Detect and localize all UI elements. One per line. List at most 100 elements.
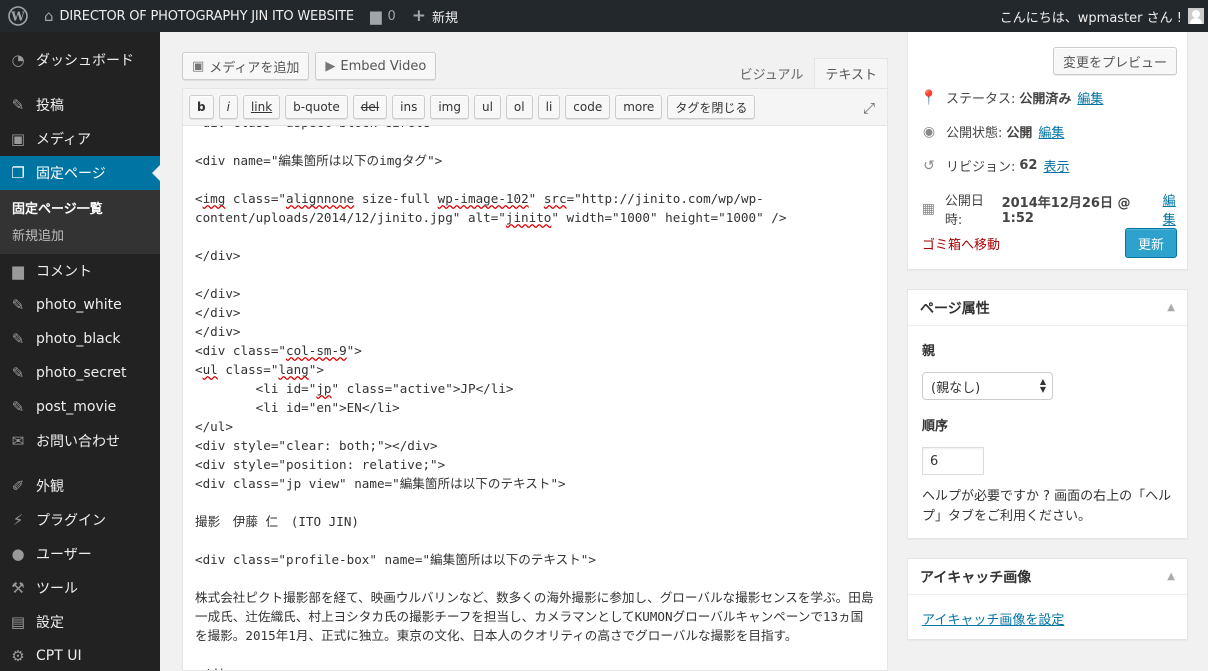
pushpin-icon: ✎ — [11, 296, 25, 314]
svg-text:W: W — [10, 10, 25, 24]
visibility-row: ◉ 公開状態: 公開 編集 — [920, 122, 1065, 142]
menu-post-movie[interactable]: ✎ post_movie — [0, 390, 160, 424]
menu-pages[interactable]: ❐ 固定ページ — [0, 156, 160, 190]
date-edit-link[interactable]: 編集 — [1163, 190, 1187, 228]
parent-select-value: (親なし) — [931, 380, 981, 396]
revisions-label: リビジョン: — [946, 160, 1016, 175]
calendar-icon: ▦ — [921, 201, 936, 217]
pushpin-icon: ✎ — [11, 364, 25, 382]
qt-img-button[interactable]: img — [430, 95, 469, 119]
qt-close-tags-button[interactable]: タグを閉じる — [667, 95, 756, 119]
add-media-button[interactable]: ▣ メディアを追加 — [182, 52, 310, 80]
menu-label: ユーザー — [36, 547, 92, 563]
menu-dashboard[interactable]: ◔ ダッシュボード — [0, 43, 160, 77]
menu-posts[interactable]: ✎ 投稿 — [0, 88, 160, 122]
collapse-arrow-icon[interactable]: ▲ — [1167, 571, 1175, 582]
tab-text[interactable]: テキスト — [814, 58, 888, 88]
revisions-row: ↺ リビジョン: 62 表示 — [920, 156, 1069, 176]
home-icon: ⌂ — [44, 7, 54, 25]
pin-icon: 📍 — [920, 89, 938, 106]
pushpin-icon: ✎ — [11, 398, 25, 416]
menu-label: CPT UI — [36, 648, 82, 664]
editor-area: ▣ メディアを追加 ▶ Embed Video ビジュアル テキスト b i lin… — [182, 32, 888, 671]
menu-label: 投稿 — [36, 98, 64, 114]
preview-changes-button[interactable]: 変更をプレビュー — [1052, 47, 1177, 75]
menu-tools[interactable]: ⚒ ツール — [0, 571, 160, 605]
page-attributes-header[interactable]: ページ属性 ▲ — [908, 290, 1187, 326]
menu-appearance[interactable]: ✐ 外観 — [0, 469, 160, 503]
visibility-edit-link[interactable]: 編集 — [1038, 122, 1064, 141]
qt-more-button[interactable]: more — [615, 95, 663, 119]
comment-icon: ▆ — [12, 262, 24, 280]
content-code: <div class="aspect-block circle"> <div n… — [195, 126, 874, 670]
submenu-all-pages[interactable]: 固定ページ一覧 — [0, 196, 160, 223]
help-text: ヘルプが必要ですか ? 画面の右上の「ヘルプ」タブをご利用ください。 — [922, 489, 1172, 524]
new-label: 新規 — [432, 10, 459, 26]
quicktags-toolbar: b i link b-quote del ins img ul ol li co… — [182, 88, 888, 126]
qt-ul-button[interactable]: ul — [473, 95, 501, 119]
wrench-icon: ⚒ — [11, 579, 25, 597]
comments-link[interactable]: ▆ 0 — [362, 0, 404, 32]
menu-users[interactable]: ● ユーザー — [0, 537, 160, 571]
menu-label: コメント — [36, 264, 92, 280]
page-attributes-box: ページ属性 ▲ 親 (親なし) ▲ ▼ 順序 6 ヘルプが必要ですか ? 画面の右… — [907, 289, 1188, 539]
select-arrows-icon: ▲ ▼ — [1039, 377, 1046, 394]
fullscreen-icon[interactable]: ⤢ — [861, 100, 877, 116]
content-textarea[interactable]: <div class="aspect-block circle"> <div n… — [182, 126, 888, 671]
media-icon: ▣ — [192, 58, 205, 74]
menu-settings[interactable]: ▤ 設定 — [0, 605, 160, 639]
menu-label: 設定 — [36, 615, 64, 631]
wordpress-logo-icon[interactable]: W — [0, 0, 36, 32]
qt-blockquote-button[interactable]: b-quote — [285, 95, 348, 119]
menu-label: お問い合わせ — [36, 434, 120, 450]
media-buttons: ▣ メディアを追加 ▶ Embed Video — [182, 52, 437, 80]
qt-bold-button[interactable]: b — [189, 95, 214, 119]
menu-label: ダッシュボード — [36, 53, 134, 69]
qt-code-button[interactable]: code — [565, 95, 611, 119]
collapse-arrow-icon[interactable]: ▲ — [1167, 302, 1175, 313]
admin-menu: ◔ ダッシュボード ✎ 投稿 ▣ メディア ❐ 固定ページ 固定ページ一覧 新規追加 ▆… — [0, 32, 160, 671]
featured-image-title: アイキャッチ画像 — [920, 569, 1032, 586]
set-featured-image-link[interactable]: アイキャッチ画像を設定 — [922, 609, 1064, 628]
revisions-value: 62 — [1019, 158, 1038, 173]
site-name-link[interactable]: ⌂ DIRECTOR OF PHOTOGRAPHY JIN ITO WEBSIT… — [36, 0, 362, 32]
visibility-label: 公開状態: — [946, 126, 1003, 141]
admin-bar: W ⌂ DIRECTOR OF PHOTOGRAPHY JIN ITO WEBS… — [0, 0, 1208, 32]
embed-video-button[interactable]: ▶ Embed Video — [315, 52, 437, 80]
editor-tabs: ビジュアル テキスト — [729, 58, 888, 88]
avatar — [1188, 8, 1204, 24]
qt-ins-button[interactable]: ins — [392, 95, 426, 119]
submenu-add-new[interactable]: 新規追加 — [0, 223, 160, 250]
revisions-view-link[interactable]: 表示 — [1043, 156, 1069, 175]
menu-photo-white[interactable]: ✎ photo_white — [0, 288, 160, 322]
qt-link-button[interactable]: link — [242, 95, 281, 119]
featured-image-box: アイキャッチ画像 ▲ アイキャッチ画像を設定 — [907, 558, 1188, 640]
menu-contact[interactable]: ✉ お問い合わせ — [0, 424, 160, 458]
order-input[interactable]: 6 — [922, 447, 984, 475]
parent-select[interactable]: (親なし) ▲ ▼ — [922, 372, 1053, 400]
menu-plugins[interactable]: ⚡ プラグイン — [0, 503, 160, 537]
menu-photo-secret[interactable]: ✎ photo_secret — [0, 356, 160, 390]
qt-del-button[interactable]: del — [352, 95, 388, 119]
update-button[interactable]: 更新 — [1124, 228, 1177, 258]
add-media-label: メディアを追加 — [209, 60, 300, 76]
pages-icon: ❐ — [11, 164, 25, 182]
my-account-link[interactable]: こんにちは、wpmaster さん ! — [992, 0, 1208, 32]
menu-comments[interactable]: ▆ コメント — [0, 254, 160, 288]
featured-image-header[interactable]: アイキャッチ画像 ▲ — [908, 559, 1187, 595]
menu-label: photo_secret — [36, 365, 127, 381]
date-label: 公開日時: — [944, 194, 984, 228]
menu-photo-black[interactable]: ✎ photo_black — [0, 322, 160, 356]
status-value: 公開済み — [1019, 92, 1072, 107]
tab-visual[interactable]: ビジュアル — [729, 58, 815, 88]
qt-ol-button[interactable]: ol — [505, 95, 533, 119]
new-content-link[interactable]: + 新規 — [404, 0, 466, 32]
qt-italic-button[interactable]: i — [218, 95, 238, 119]
menu-cpt-ui[interactable]: ⚙ CPT UI — [0, 639, 160, 671]
gear-icon: ⚙ — [11, 647, 25, 665]
qt-li-button[interactable]: li — [537, 95, 561, 119]
move-to-trash-link[interactable]: ゴミ箱へ移動 — [922, 234, 1000, 253]
status-edit-link[interactable]: 編集 — [1077, 88, 1103, 107]
comments-count: 0 — [387, 8, 396, 24]
menu-media[interactable]: ▣ メディア — [0, 122, 160, 156]
